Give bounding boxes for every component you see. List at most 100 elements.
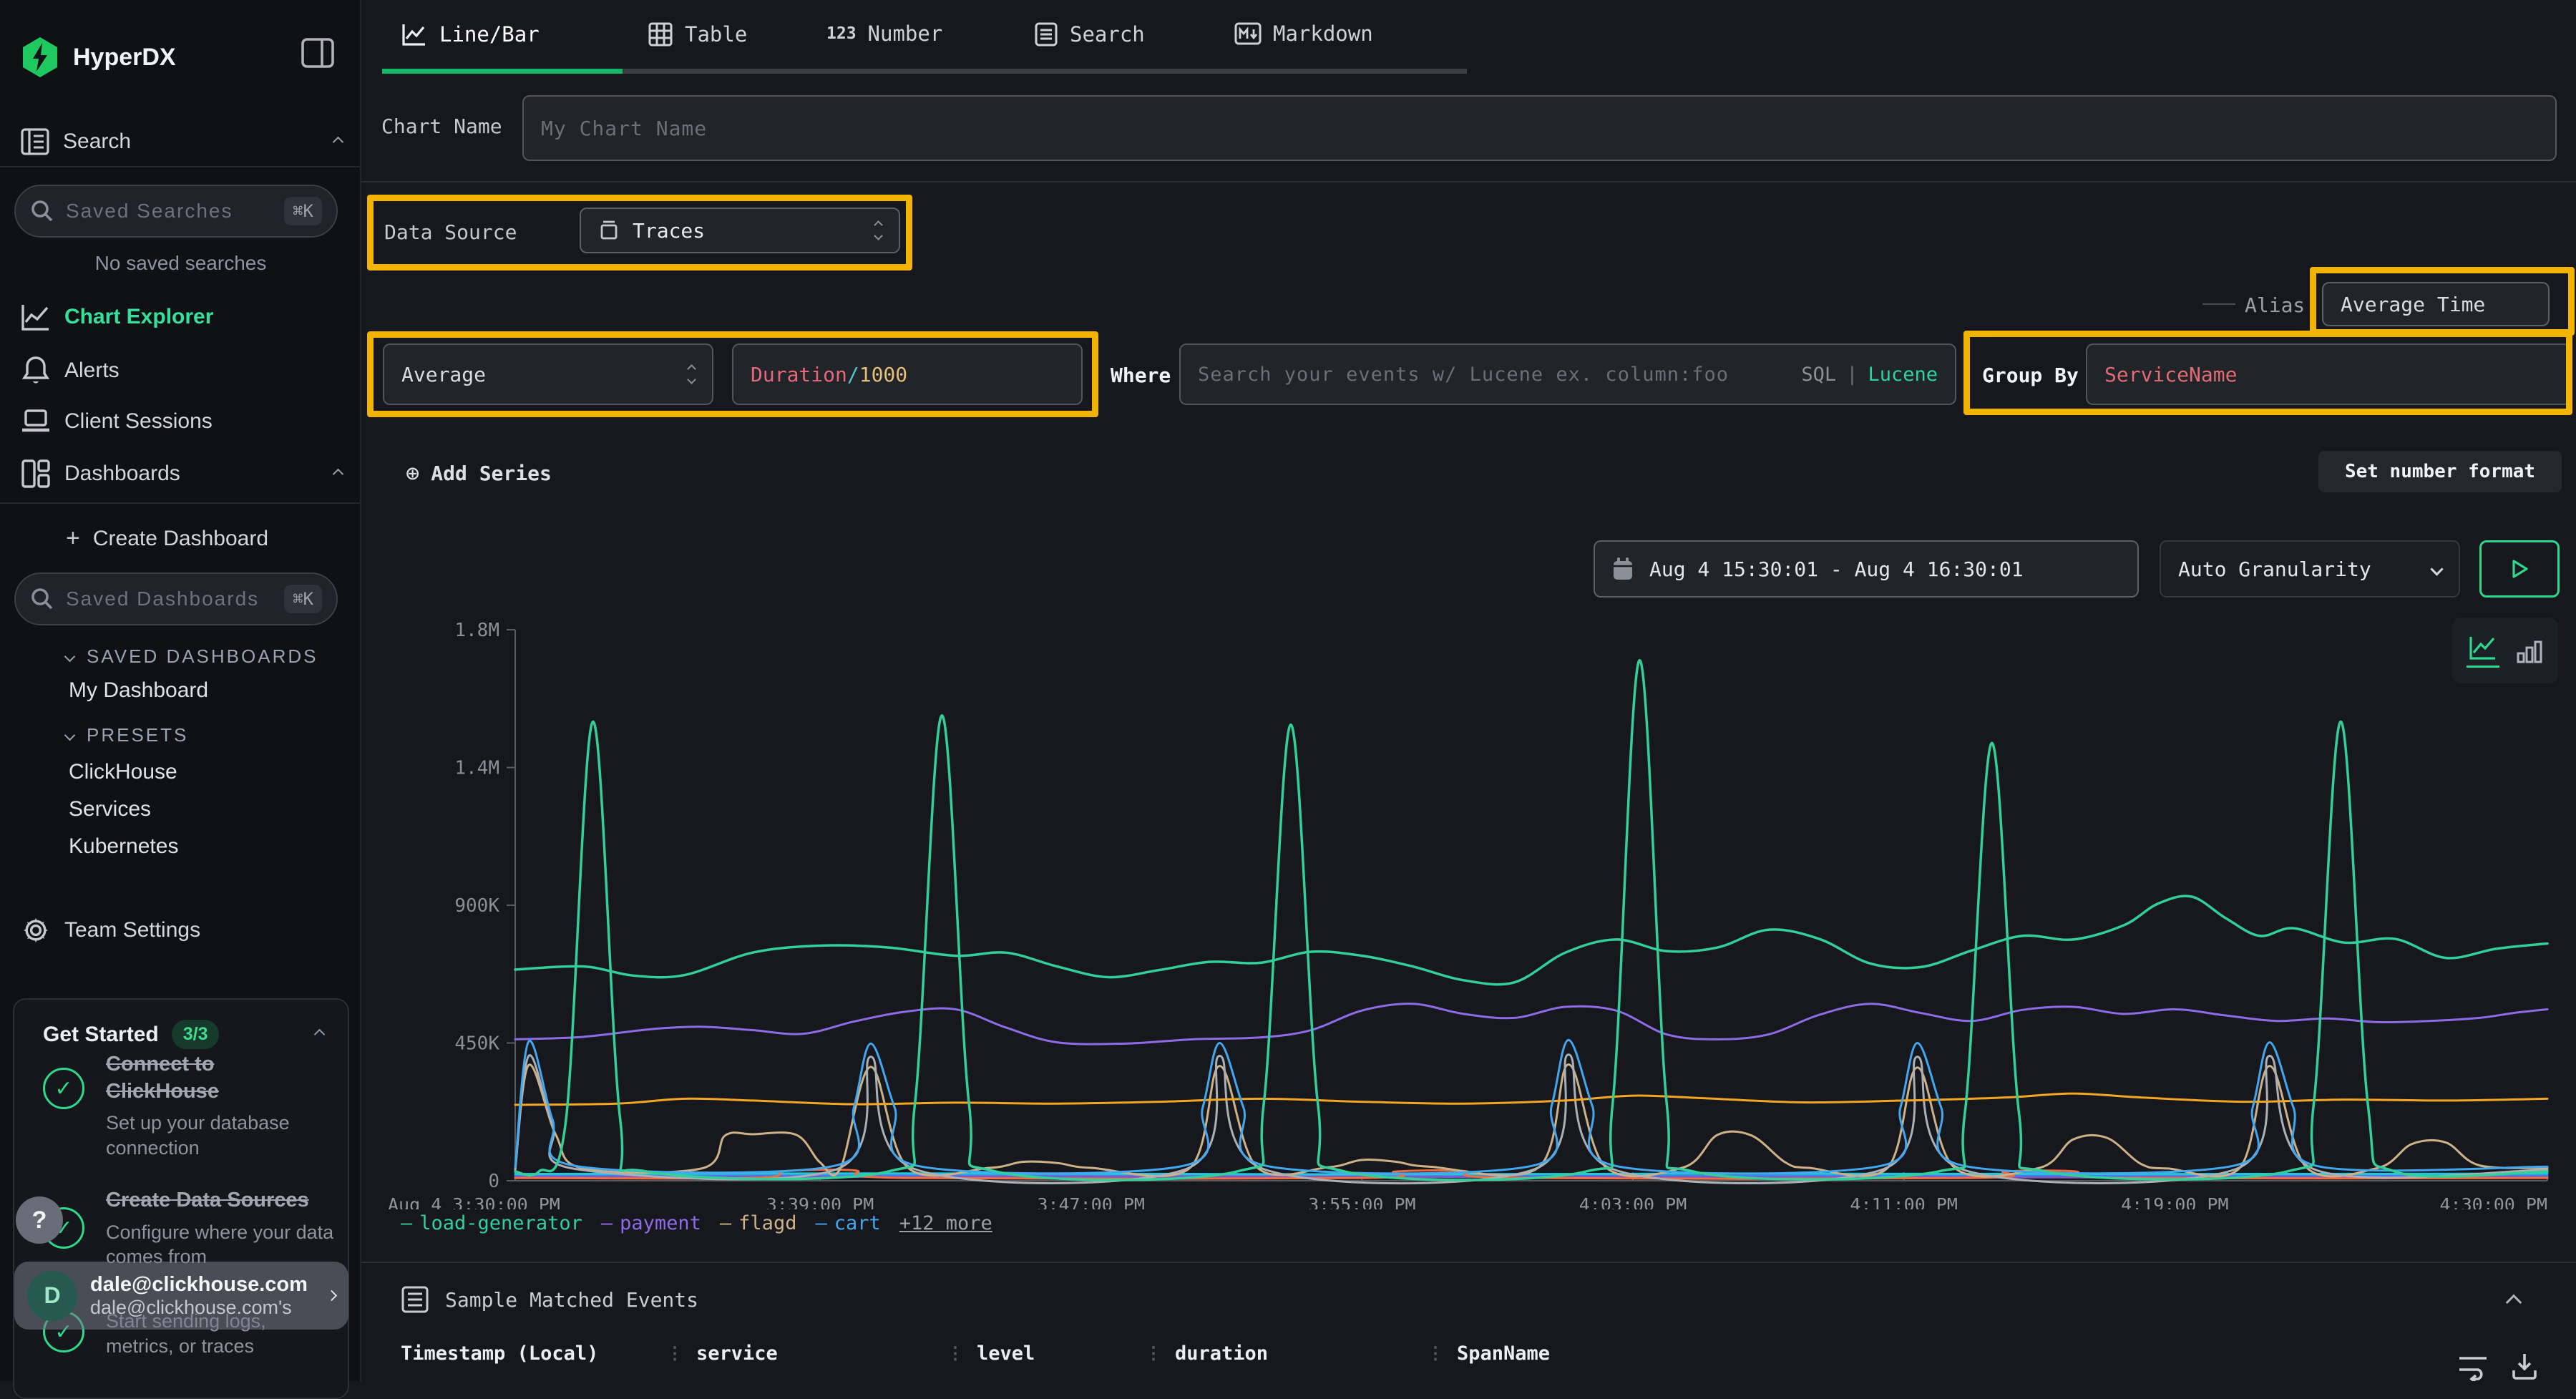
timeseries-chart[interactable]: 0450K900K1.4M1.8MAug 4 3:30:00 PM3:39:00… [386, 615, 2576, 1209]
data-source-select[interactable]: Traces [580, 208, 900, 253]
tab-search[interactable]: Search [1034, 21, 1145, 47]
legend-item[interactable]: —cart [815, 1212, 880, 1234]
shortcut-badge: ⌘K [284, 197, 322, 225]
column-resize-handle[interactable]: ⋮ [1427, 1349, 1444, 1358]
aggregation-expression-input[interactable]: Duration/1000 [732, 343, 1083, 405]
sql-toggle[interactable]: SQL [1801, 364, 1836, 386]
column-header[interactable]: duration [1175, 1342, 1427, 1365]
svg-text:4:03:00 PM: 4:03:00 PM [1579, 1194, 1687, 1209]
tab-underline-active [382, 69, 623, 74]
add-series-label: Add Series [431, 462, 552, 485]
legend-item[interactable]: —flagd [720, 1212, 797, 1234]
svg-text:3:39:00 PM: 3:39:00 PM [766, 1194, 874, 1209]
dashboards-icon [20, 458, 52, 489]
sidebar-item-alerts[interactable]: Alerts [20, 355, 119, 386]
granularity-select[interactable]: Auto Granularity [2160, 540, 2460, 598]
sidebar-item-chart-explorer[interactable]: Chart Explorer [20, 302, 213, 332]
get-started-item-title: Create Data Sources [106, 1187, 335, 1214]
aggregation-select[interactable]: Average [383, 343, 713, 405]
saved-searches-input[interactable]: Saved Searches ⌘K [14, 185, 338, 238]
column-resize-handle[interactable]: ⋮ [947, 1349, 964, 1358]
legend-swatch: — [401, 1212, 412, 1234]
legend-label: payment [620, 1212, 701, 1234]
table-icon [648, 21, 673, 47]
time-range-value: Aug 4 15:30:01 - Aug 4 16:30:01 [1649, 557, 2024, 581]
sidebar-item-clickhouse[interactable]: ClickHouse [69, 760, 177, 784]
svg-text:3:47:00 PM: 3:47:00 PM [1037, 1194, 1145, 1209]
help-button[interactable]: ? [16, 1196, 63, 1244]
sidebar-item-team-settings[interactable]: Team Settings [20, 915, 200, 946]
saved-dashboards-group[interactable]: SAVED DASHBOARDS [66, 645, 318, 668]
set-number-format-button[interactable]: Set number format [2318, 451, 2562, 492]
get-started-item-title: Connect to ClickHouse [106, 1051, 321, 1105]
tab-label: Number [868, 21, 943, 46]
presets-header: PRESETS [87, 724, 188, 746]
sidebar: HyperDX Search Saved Searches ⌘K No save… [0, 0, 361, 1381]
download-icon[interactable] [2509, 1351, 2540, 1381]
collapse-section-icon[interactable] [2506, 1295, 2522, 1311]
create-dashboard-button[interactable]: + Create Dashboard [66, 525, 268, 552]
saved-dashboards-input[interactable]: Saved Dashboards ⌘K [14, 572, 338, 625]
sidebar-item-services[interactable]: Services [69, 797, 151, 822]
tab-line-bar[interactable]: Line/Bar [401, 21, 540, 47]
legend-item[interactable]: —payment [601, 1212, 701, 1234]
where-input[interactable]: Search your events w/ Lucene ex. column:… [1179, 343, 1956, 405]
data-source-label: Data Source [384, 220, 517, 244]
column-resize-handle[interactable]: ⋮ [1145, 1349, 1162, 1358]
add-series-button[interactable]: ⊕ Add Series [406, 459, 552, 487]
saved-dashboards-placeholder: Saved Dashboards [66, 588, 259, 610]
get-started-item[interactable]: Create Data Sources Configure where your… [106, 1187, 335, 1269]
run-query-button[interactable] [2479, 540, 2560, 598]
lucene-toggle[interactable]: Lucene [1868, 364, 1938, 386]
bell-icon [20, 355, 52, 386]
tab-markdown[interactable]: Markdown [1234, 21, 1373, 46]
tab-table[interactable]: Table [648, 21, 747, 47]
get-started-item[interactable]: Connect to ClickHouse Set up your databa… [106, 1051, 321, 1160]
svg-text:3:55:00 PM: 3:55:00 PM [1308, 1194, 1416, 1209]
presets-group[interactable]: PRESETS [66, 724, 188, 746]
time-range-picker[interactable]: Aug 4 15:30:01 - Aug 4 16:30:01 [1594, 540, 2139, 598]
create-dashboard-label: Create Dashboard [93, 527, 268, 551]
chevron-up-icon [314, 1029, 326, 1040]
legend-swatch: — [720, 1212, 731, 1234]
svg-text:Aug 4 3:30:00 PM: Aug 4 3:30:00 PM [388, 1194, 560, 1209]
legend-more-link[interactable]: +12 more [899, 1212, 992, 1234]
tab-number[interactable]: 123 Number [826, 21, 942, 46]
wrap-text-icon[interactable] [2457, 1352, 2489, 1381]
sample-events-header: Sample Matched Events [401, 1285, 698, 1314]
sidebar-item-client-sessions[interactable]: Client Sessions [20, 406, 213, 437]
granularity-value: Auto Granularity [2178, 557, 2371, 581]
search-icon [30, 587, 54, 611]
sidebar-item-my-dashboard[interactable]: My Dashboard [69, 678, 208, 703]
get-started-header[interactable]: Get Started 3/3 [43, 1020, 323, 1049]
sidebar-item-kubernetes[interactable]: Kubernetes [69, 834, 178, 859]
alias-connector-line [2202, 303, 2235, 305]
legend-label: load-generator [419, 1212, 582, 1234]
svg-text:1.4M: 1.4M [454, 758, 499, 779]
sidebar-search-label: Search [63, 130, 131, 154]
query-language-toggle[interactable]: SQL | Lucene [1801, 364, 1938, 386]
column-resize-handle[interactable]: ⋮ [666, 1349, 683, 1358]
gear-icon [20, 915, 52, 946]
check-circle-icon: ✓ [43, 1068, 84, 1109]
divider [0, 502, 360, 504]
get-started-card: Get Started 3/3 ✓ Connect to ClickHouse … [13, 998, 349, 1399]
collapse-sidebar-icon[interactable] [301, 37, 335, 69]
chart-name-placeholder: My Chart Name [541, 117, 707, 140]
column-header[interactable]: service [696, 1342, 947, 1365]
column-header[interactable]: Timestamp (Local) [401, 1342, 666, 1365]
user-team: dale@clickhouse.com's [90, 1297, 308, 1319]
search-doc-icon [1034, 21, 1058, 47]
sidebar-item-label: Client Sessions [64, 409, 213, 434]
avatar-initial: D [44, 1282, 60, 1309]
legend-item[interactable]: — load-generator [401, 1212, 582, 1234]
alias-input[interactable]: Average Time [2322, 282, 2550, 326]
column-header[interactable]: SpanName [1457, 1342, 1550, 1365]
sidebar-item-dashboards[interactable]: Dashboards [20, 458, 342, 489]
chart-name-input[interactable]: My Chart Name [522, 95, 2557, 161]
chevron-down-icon [64, 651, 76, 663]
user-account-chip[interactable]: D dale@clickhouse.com dale@clickhouse.co… [14, 1262, 348, 1330]
column-header[interactable]: level [977, 1342, 1145, 1365]
sidebar-section-search[interactable]: Search [20, 127, 342, 156]
group-by-input[interactable]: ServiceName [2086, 343, 2571, 405]
